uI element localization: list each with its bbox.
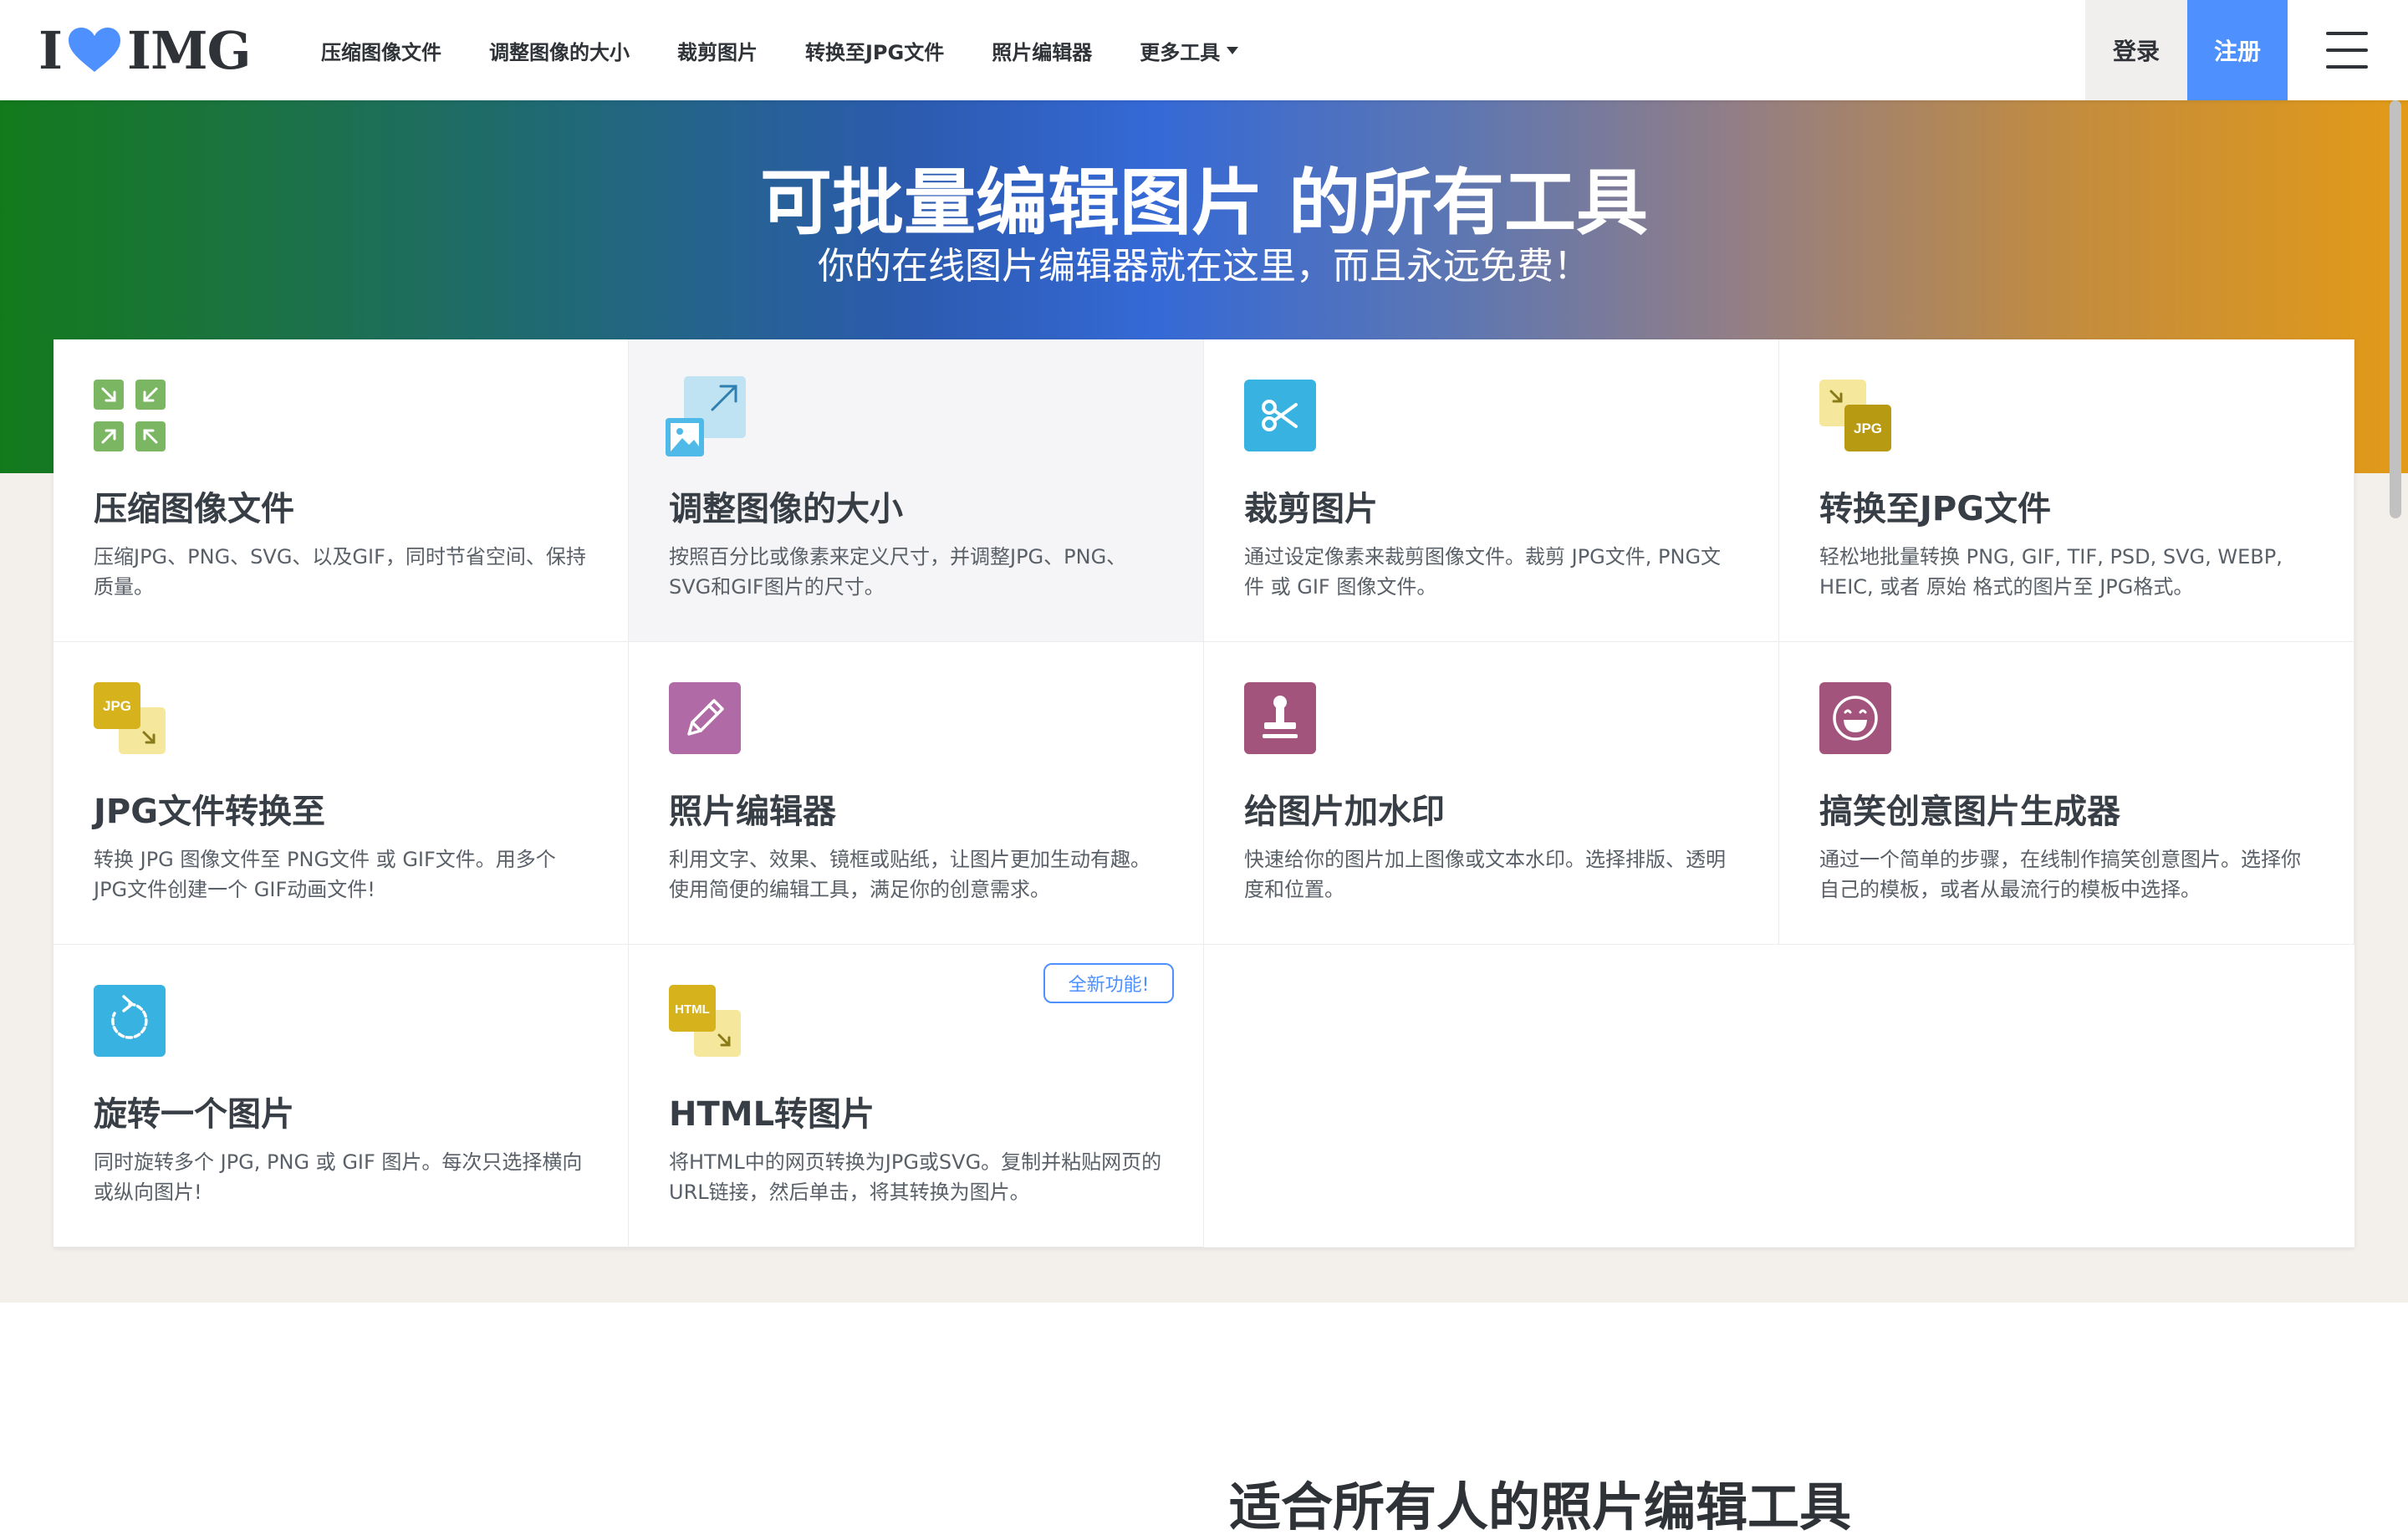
tool-card-photo-editor[interactable]: 照片编辑器 利用文字、效果、镜框或贴纸，让图片更加生动有趣。使用简便的编辑工具，… <box>629 642 1204 945</box>
tool-description: 转换 JPG 图像文件至 PNG文件 或 GIF文件。用多个JPG文件创建一个 … <box>94 848 556 901</box>
tool-title: 转换至JPG文件 <box>1819 490 2052 528</box>
iloveimg-logo[interactable]: I IMG <box>38 20 252 81</box>
tool-description: 通过一个简单的步骤，在线制作搞笑创意图片。选择你自己的模板，或者从最流行的模板中… <box>1819 848 2301 901</box>
tool-title: 调整图像的大小 <box>669 490 903 528</box>
tool-description: 同时旋转多个 JPG, PNG 或 GIF 图片。每次只选择横向或纵向图片! <box>94 1150 583 1204</box>
section-heading: 适合所有人的照片编辑工具 <box>1229 1476 1852 1537</box>
tool-description: 按照百分比或像素来定义尺寸，并调整JPG、PNG、SVG和GIF图片的尺寸。 <box>669 545 1127 599</box>
page-scrollbar[interactable] <box>2390 100 2401 518</box>
rotate-icon <box>94 985 166 1057</box>
heart-icon <box>69 28 121 72</box>
tool-description: 利用文字、效果、镜框或贴纸，让图片更加生动有趣。使用简便的编辑工具，满足你的创意… <box>669 848 1150 901</box>
hero-title: 可批量编辑图片 的所有工具 <box>760 161 1648 245</box>
tool-description: 将HTML中的网页转换为JPG或SVG。复制并粘贴网页的URL链接，然后单击，将… <box>669 1150 1162 1204</box>
jpg-label: JPG <box>1854 421 1882 436</box>
scissors-icon <box>1244 380 1316 451</box>
html-to-image-icon: HTML <box>669 985 741 1057</box>
login-button[interactable]: 登录 <box>2085 0 2187 100</box>
tool-description: 通过设定像素来裁剪图像文件。裁剪 JPG文件, PNG文件 或 GIF 图像文件… <box>1244 545 1722 599</box>
nav-crop-image[interactable]: 裁剪图片 <box>677 36 758 65</box>
pencil-icon <box>669 682 741 754</box>
nav-resize-image[interactable]: 调整图像的大小 <box>489 36 630 65</box>
tool-title: JPG文件转换至 <box>94 793 326 831</box>
tool-card-html-to-image[interactable]: HTML 全新功能! HTML转图片 将HTML中的网页转换为JPG或SVG。复… <box>629 945 1204 1247</box>
tool-card-crop[interactable]: 裁剪图片 通过设定像素来裁剪图像文件。裁剪 JPG文件, PNG文件 或 GIF… <box>1204 339 1779 642</box>
resize-icon <box>666 376 746 456</box>
tool-description: 压缩JPG、PNG、SVG、以及GIF，同时节省空间、保持质量。 <box>94 545 586 599</box>
tool-title: 压缩图像文件 <box>94 490 294 528</box>
tool-card-watermark[interactable]: 给图片加水印 快速给你的图片加上图像或文本水印。选择排版、透明度和位置。 <box>1204 642 1779 945</box>
tool-description: 轻松地批量转换 PNG, GIF, TIF, PSD, SVG, WEBP, H… <box>1819 545 2283 599</box>
logo-text-i: I <box>38 19 63 81</box>
tool-card-rotate[interactable]: 旋转一个图片 同时旋转多个 JPG, PNG 或 GIF 图片。每次只选择横向或… <box>54 945 629 1247</box>
nav-more-tools-label: 更多工具 <box>1140 40 1221 64</box>
top-header: I IMG 压缩图像文件 调整图像的大小 裁剪图片 转换至JPG文件 照片编辑器… <box>0 0 2408 100</box>
convert-to-jpg-icon: JPG <box>1819 380 1891 451</box>
stamp-icon <box>1244 682 1316 754</box>
main-nav: 压缩图像文件 调整图像的大小 裁剪图片 转换至JPG文件 照片编辑器 更多工具 <box>321 0 1286 100</box>
convert-from-jpg-icon: JPG <box>94 682 166 754</box>
nav-compress-image[interactable]: 压缩图像文件 <box>321 36 441 65</box>
logo-text-img: IMG <box>127 19 252 81</box>
tool-title: 照片编辑器 <box>669 793 836 831</box>
nav-convert-to-jpg[interactable]: 转换至JPG文件 <box>805 36 944 65</box>
tool-title: 给图片加水印 <box>1244 793 1445 831</box>
tool-title: 裁剪图片 <box>1244 490 1378 528</box>
jpg-label: JPG <box>103 698 131 714</box>
nav-more-tools[interactable]: 更多工具 <box>1140 36 1239 65</box>
new-feature-badge: 全新功能! <box>1043 963 1174 1003</box>
nav-photo-editor[interactable]: 照片编辑器 <box>992 36 1092 65</box>
compress-icon <box>94 380 166 451</box>
tools-grid: 压缩图像文件 压缩JPG、PNG、SVG、以及GIF，同时节省空间、保持质量。 … <box>54 339 2354 1247</box>
hamburger-menu-icon[interactable] <box>2326 32 2368 69</box>
tool-title: HTML转图片 <box>669 1095 875 1134</box>
tool-title: 旋转一个图片 <box>94 1095 294 1134</box>
html-label: HTML <box>675 1002 710 1017</box>
tool-card-resize[interactable]: 调整图像的大小 按照百分比或像素来定义尺寸，并调整JPG、PNG、SVG和GIF… <box>629 339 1204 642</box>
hero-subtitle: 你的在线图片编辑器就在这里，而且永远免费！ <box>818 245 1590 288</box>
caret-down-icon <box>1227 46 1239 54</box>
tool-card-convert-from-jpg[interactable]: JPG JPG文件转换至 转换 JPG 图像文件至 PNG文件 或 GIF文件。… <box>54 642 629 945</box>
tool-card-convert-to-jpg[interactable]: JPG 转换至JPG文件 轻松地批量转换 PNG, GIF, TIF, PSD,… <box>1779 339 2354 642</box>
tool-title: 搞笑创意图片生成器 <box>1819 793 2120 831</box>
tool-card-meme-generator[interactable]: 搞笑创意图片生成器 通过一个简单的步骤，在线制作搞笑创意图片。选择你自己的模板，… <box>1779 642 2354 945</box>
tool-description: 快速给你的图片加上图像或文本水印。选择排版、透明度和位置。 <box>1244 848 1726 901</box>
signup-button[interactable]: 注册 <box>2187 0 2288 100</box>
meme-smile-icon <box>1819 682 1891 754</box>
tool-card-compress[interactable]: 压缩图像文件 压缩JPG、PNG、SVG、以及GIF，同时节省空间、保持质量。 <box>54 339 629 642</box>
